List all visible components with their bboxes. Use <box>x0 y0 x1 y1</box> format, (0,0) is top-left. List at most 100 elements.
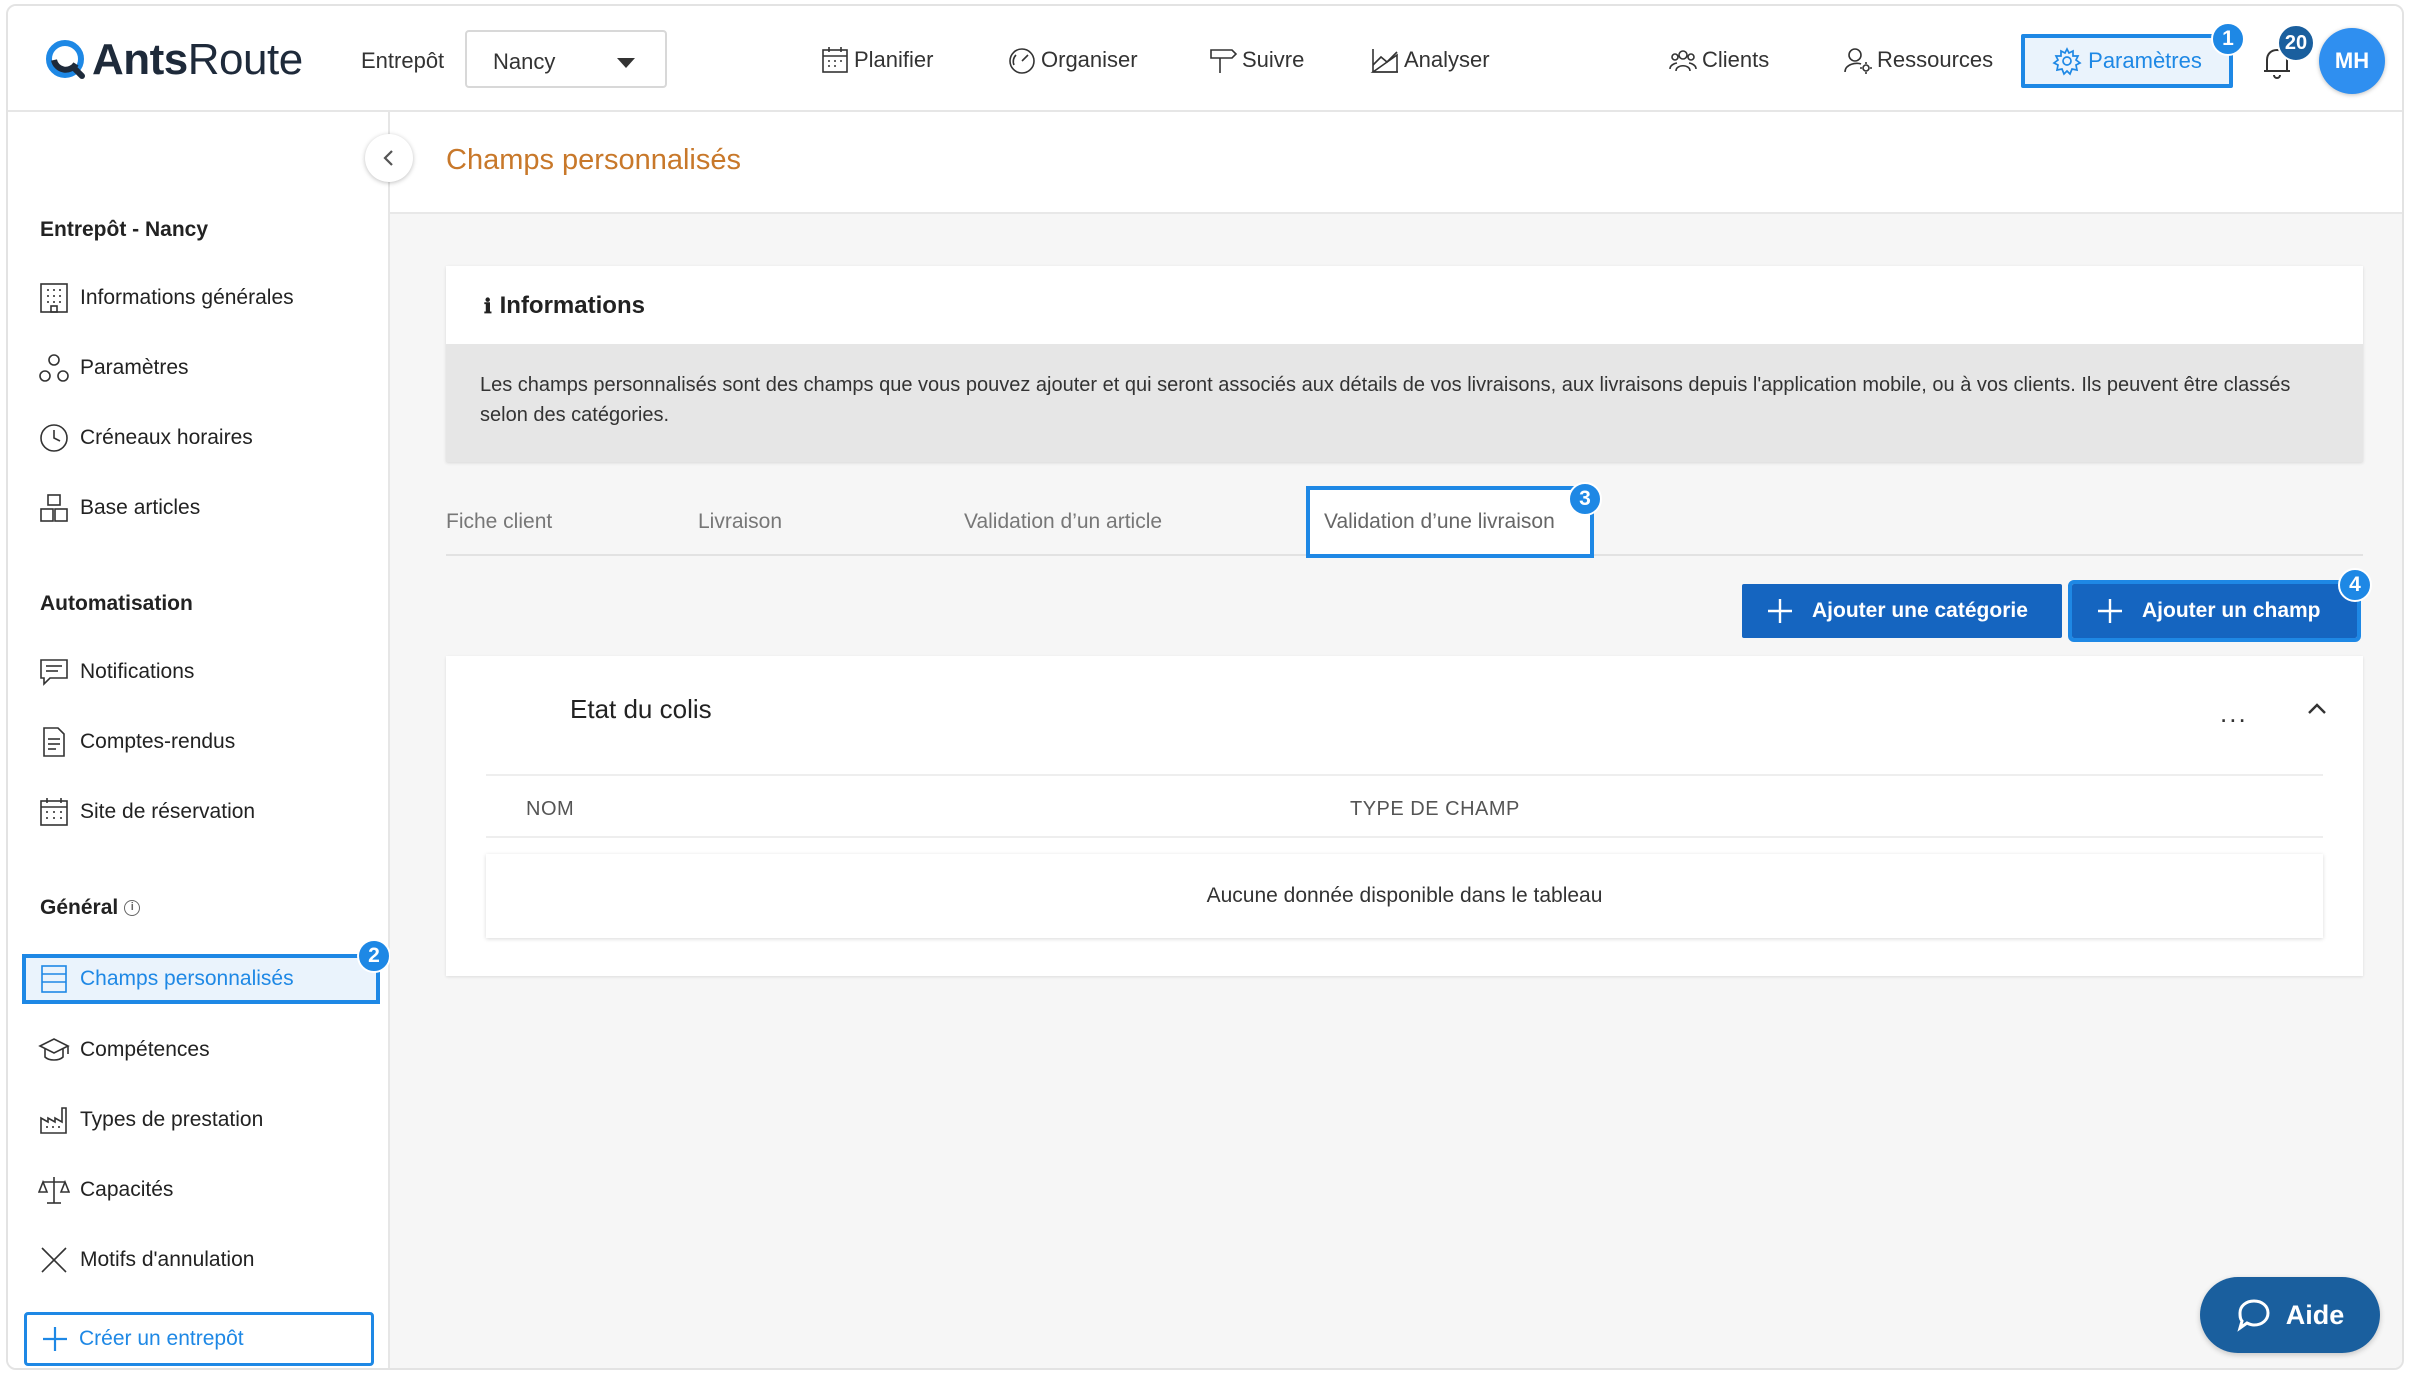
caret-down-icon <box>617 58 635 68</box>
close-icon <box>41 1247 67 1273</box>
chat-bubble-icon <box>2237 1299 2270 1332</box>
info-card: ℹ Informations Les champs personnalisés … <box>446 266 2363 462</box>
table-empty-row: Aucune donnée disponible dans le tableau <box>486 854 2323 938</box>
page-title-bar: Champs personnalisés <box>390 112 2402 214</box>
sidebar-item-competences[interactable]: Compétences <box>38 1030 210 1070</box>
antsroute-logo[interactable]: AntsRoute <box>44 35 303 84</box>
sidebar-item-comptes-rendus[interactable]: Comptes-rendus <box>38 722 235 762</box>
sidebar-item-notifications[interactable]: Notifications <box>38 652 194 692</box>
warehouse-select-value: Nancy <box>493 49 556 74</box>
logo-icon <box>46 40 85 79</box>
tab-livraison[interactable]: Livraison <box>698 492 782 552</box>
nav-planifier[interactable]: Planifier <box>820 44 933 76</box>
chevron-up-icon <box>2308 703 2326 714</box>
sidebar-item-label: Capacités <box>80 1178 174 1201</box>
sidebar-item-informations-generales[interactable]: Informations générales <box>38 278 294 318</box>
document-icon <box>43 727 65 757</box>
app-window: AntsRoute Entrepôt Nancy Planifier Organ… <box>6 4 2404 1370</box>
add-field-label: Ajouter un champ <box>2142 599 2321 622</box>
sidebar-item-label: Comptes-rendus <box>80 730 236 753</box>
sidebar-item-types-de-prestation[interactable]: Types de prestation <box>38 1100 263 1140</box>
nav-ressources-label: Ressources <box>1877 47 1994 72</box>
sidebar-section-general-label: Général <box>40 896 119 919</box>
page-title: Champs personnalisés <box>446 144 741 176</box>
factory-icon <box>40 1107 67 1134</box>
tab-validation-livraison[interactable]: Validation d’une livraison <box>1306 486 1594 558</box>
boxes-icon <box>40 494 68 522</box>
building-icon <box>40 283 68 313</box>
nav-analyser[interactable]: Analyser <box>1370 44 1490 76</box>
sidebar-item-label: Notifications <box>80 660 195 683</box>
sidebar-item-label: Compétences <box>80 1038 210 1061</box>
category-card: Etat du colis ... NOM TYPE DE CHAMP Aucu… <box>446 656 2363 976</box>
sidebar-item-site-de-reservation[interactable]: Site de réservation <box>38 792 255 832</box>
create-warehouse-button[interactable]: Créer un entrepôt <box>24 1312 374 1366</box>
warehouse-label: Entrepôt <box>361 48 445 73</box>
main-content: Champs personnalisés ℹ Informations Les … <box>390 112 2402 1368</box>
sidebar-item-label: Motifs d'annulation <box>80 1248 255 1271</box>
tab-fiche-client[interactable]: Fiche client <box>446 492 552 552</box>
chart-icon <box>1370 49 1398 73</box>
sidebar-item-label: Site de réservation <box>80 800 256 823</box>
gauge-icon <box>1009 48 1035 74</box>
logo-text-light: Route <box>187 35 303 84</box>
nav-clients-label: Clients <box>1702 47 1770 72</box>
sidebar-item-label: Informations générales <box>80 286 294 309</box>
sidebar-section-general: Général i <box>40 896 141 920</box>
category-title: Etat du colis <box>570 694 712 724</box>
help-label: Aide <box>2285 1299 2345 1330</box>
tab-validation-article[interactable]: Validation d’un article <box>964 492 1162 552</box>
nav-parametres[interactable]: Paramètres <box>2021 34 2233 88</box>
column-header-type[interactable]: TYPE DE CHAMP <box>1350 798 1520 821</box>
warehouse-select[interactable]: Nancy <box>465 30 667 88</box>
sidebar-item-label: Types de prestation <box>80 1108 264 1131</box>
nav-suivre[interactable]: Suivre <box>1208 44 1304 76</box>
signpost-icon <box>1210 49 1238 73</box>
nav-analyser-label: Analyser <box>1404 47 1490 72</box>
nav-planifier-label: Planifier <box>854 47 934 72</box>
top-header: AntsRoute Entrepôt Nancy Planifier Organ… <box>8 6 2402 112</box>
info-icon[interactable]: i <box>124 900 141 916</box>
field-type-tabs: Fiche client Livraison Validation d’un a… <box>446 486 2363 558</box>
add-category-label: Ajouter une catégorie <box>1812 599 2028 622</box>
add-category-button[interactable]: Ajouter une catégorie <box>1742 584 2062 638</box>
message-icon <box>40 659 68 686</box>
user-settings-icon <box>1844 48 1872 74</box>
sidebar-item-label: Créneaux horaires <box>80 426 253 449</box>
calendar-grid-icon <box>40 798 68 826</box>
nav-parametres-label: Paramètres <box>2088 48 2202 73</box>
nav-ressources[interactable]: Ressources <box>1843 44 1993 76</box>
nav-clients[interactable]: Clients <box>1668 44 1769 76</box>
plus-icon <box>2098 599 2122 623</box>
table-header: NOM TYPE DE CHAMP <box>486 774 2323 838</box>
collapse-sidebar-button[interactable] <box>365 134 413 182</box>
sidebar-item-motifs-annulation[interactable]: Motifs d'annulation <box>38 1240 254 1280</box>
step-marker-4: 4 <box>2338 568 2372 602</box>
users-icon <box>1669 50 1697 72</box>
sidebar-item-label: Base articles <box>80 496 201 519</box>
sidebar-section-automation: Automatisation <box>40 592 193 615</box>
graduation-cap-icon <box>38 1038 70 1061</box>
nav-suivre-label: Suivre <box>1242 47 1305 72</box>
step-marker-1: 1 <box>2211 22 2245 56</box>
user-avatar[interactable]: MH <box>2319 28 2385 94</box>
column-header-nom[interactable]: NOM <box>526 798 574 821</box>
nav-organiser[interactable]: Organiser <box>1007 44 1138 76</box>
add-field-button[interactable]: Ajouter un champ <box>2068 580 2361 642</box>
step-marker-3: 3 <box>1568 482 1602 516</box>
sidebar-item-capacites[interactable]: Capacités <box>38 1170 173 1210</box>
sidebar: Entrepôt - Nancy Informations générales … <box>8 112 391 1368</box>
sidebar-item-label: Paramètres <box>80 356 189 379</box>
scale-icon <box>38 1177 70 1204</box>
sidebar-item-creneaux-horaires[interactable]: Créneaux horaires <box>38 418 253 458</box>
sidebar-item-parametres[interactable]: Paramètres <box>38 348 189 388</box>
collapse-category-button[interactable] <box>2306 698 2328 720</box>
sidebar-item-base-articles[interactable]: Base articles <box>38 488 200 528</box>
gear-icon <box>2052 47 2082 76</box>
sidebar-item-champs-personnalises[interactable]: Champs personnalisés <box>22 954 380 1004</box>
help-button[interactable]: Aide <box>2200 1277 2380 1353</box>
clock-icon <box>40 424 68 452</box>
plus-icon <box>1768 599 1792 623</box>
list-form-icon <box>41 965 67 993</box>
category-menu-button[interactable]: ... <box>2220 698 2248 729</box>
